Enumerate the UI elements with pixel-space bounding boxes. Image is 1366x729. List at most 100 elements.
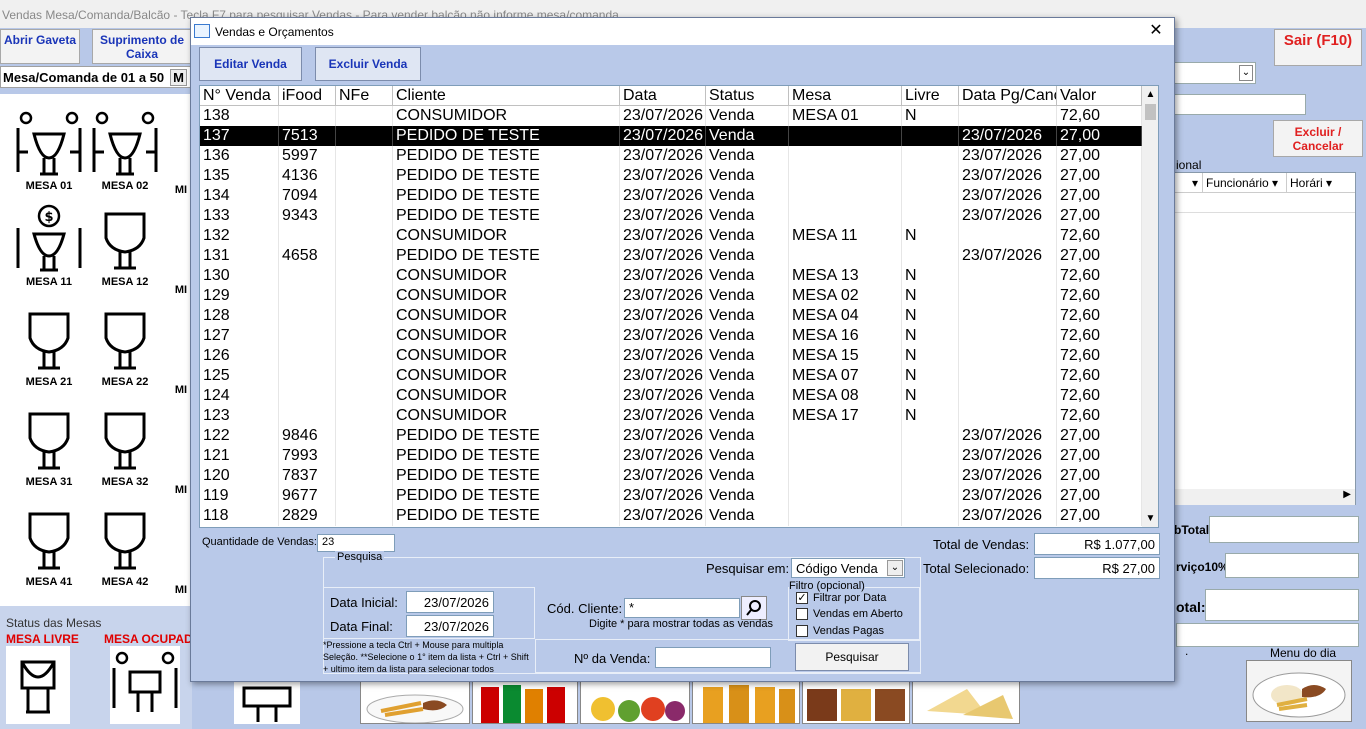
table-row[interactable]: 126 CONSUMIDOR 23/07/2026 Venda MESA 15 N 72,6…	[200, 346, 1142, 366]
mesa-10[interactable]: MESA 42	[90, 504, 160, 588]
excluir-cancelar-button[interactable]: Excluir / Cancelar	[1273, 120, 1363, 157]
table-row[interactable]: 122 9846 PEDIDO DE TESTE 23/07/2026 Venda 23/…	[200, 426, 1142, 446]
table-row[interactable]: 125 CONSUMIDOR 23/07/2026 Venda MESA 07 N 72,6…	[200, 366, 1142, 386]
table-row[interactable]: 135 4136 PEDIDO DE TESTE 23/07/2026 Venda 23/…	[200, 166, 1142, 186]
pesquisar-button[interactable]: Pesquisar	[795, 643, 909, 671]
nro-venda-input[interactable]	[655, 647, 771, 668]
pesquisar-em-select[interactable]: Código Venda ⌄	[791, 558, 905, 578]
mesa-partial-label[interactable]: MI	[170, 484, 192, 496]
column-header[interactable]: Valor	[1057, 86, 1142, 105]
mesa-partial-label[interactable]: MI	[170, 184, 192, 196]
column-header[interactable]: iFood	[279, 86, 336, 105]
mesa-3[interactable]: $ MESA 11	[14, 204, 84, 288]
mesa-partial-label[interactable]: MI	[170, 384, 192, 396]
table-row[interactable]: 121 7993 PEDIDO DE TESTE 23/07/2026 Venda 23/…	[200, 446, 1142, 466]
table-cell	[902, 466, 959, 486]
suprimento-caixa-button[interactable]: Suprimento de Caixa	[92, 29, 192, 64]
col-horario[interactable]: Horári ▾	[1287, 173, 1353, 192]
product-bebidas-image[interactable]	[472, 680, 578, 724]
mesa-8[interactable]: MESA 32	[90, 404, 160, 488]
table-row[interactable]: 127 CONSUMIDOR 23/07/2026 Venda MESA 16 N 72,6…	[200, 326, 1142, 346]
column-header[interactable]: Status	[706, 86, 789, 105]
mesa-1[interactable]: MESA 01	[14, 108, 84, 192]
table-cell: PEDIDO DE TESTE	[393, 166, 620, 186]
table-cell: 23/07/2026	[959, 506, 1057, 526]
product-porcoes-image[interactable]	[802, 680, 910, 724]
table-cell: CONSUMIDOR	[393, 406, 620, 426]
filtrar-data-checkbox[interactable]: ✓	[796, 592, 808, 604]
scroll-thumb[interactable]	[1145, 104, 1156, 120]
table-row[interactable]: 136 5997 PEDIDO DE TESTE 23/07/2026 Venda 23/…	[200, 146, 1142, 166]
table-cell: CONSUMIDOR	[393, 366, 620, 386]
excluir-venda-button[interactable]: Excluir Venda	[315, 47, 421, 81]
table-row[interactable]: 133 9343 PEDIDO DE TESTE 23/07/2026 Venda 23/…	[200, 206, 1142, 226]
product-cervejas-image[interactable]	[692, 680, 800, 724]
data-inicial-input[interactable]: 23/07/2026	[406, 591, 494, 613]
mesa-4[interactable]: MESA 12	[90, 204, 160, 288]
status-panel: Status das Mesas MESA LIVRE MESA OCUPADA	[0, 606, 201, 729]
sair-button[interactable]: Sair (F10)	[1274, 29, 1362, 66]
data-inicial-label: Data Inicial:	[330, 595, 398, 610]
mesa-label: MESA 02	[101, 180, 149, 192]
col-funcionario[interactable]: Funcionário ▾	[1203, 173, 1287, 192]
mesa-2[interactable]: MESA 02	[90, 108, 160, 192]
table-row[interactable]: 119 9677 PEDIDO DE TESTE 23/07/2026 Venda 23/…	[200, 486, 1142, 506]
product-frutas-image[interactable]	[580, 680, 690, 724]
scroll-down-icon[interactable]: ▼	[1142, 510, 1158, 527]
grid-vscroll[interactable]: ▲ ▼	[1142, 86, 1158, 527]
search-icon[interactable]	[741, 596, 767, 620]
mesa-6[interactable]: MESA 22	[90, 304, 160, 388]
table-cell: 124	[200, 386, 279, 406]
scroll-up-icon[interactable]: ▲	[1142, 86, 1158, 103]
table-row[interactable]: 132 CONSUMIDOR 23/07/2026 Venda MESA 11 N 72,6…	[200, 226, 1142, 246]
product-prato-image[interactable]	[360, 680, 470, 724]
column-header[interactable]: Data	[620, 86, 706, 105]
mesa-7[interactable]: MESA 31	[14, 404, 84, 488]
right-select[interactable]: ⌄	[1174, 62, 1256, 84]
mesa-partial-label[interactable]: MI	[170, 284, 192, 296]
table-row[interactable]: 138 CONSUMIDOR 23/07/2026 Venda MESA 01 N 72,6…	[200, 106, 1142, 126]
column-header[interactable]: N° Venda	[200, 86, 279, 105]
product-pastel-image[interactable]	[912, 680, 1020, 724]
grid-body[interactable]: 138 CONSUMIDOR 23/07/2026 Venda MESA 01 N 72,6…	[200, 106, 1142, 526]
tab-m[interactable]: M	[170, 69, 187, 86]
table-row[interactable]: 129 CONSUMIDOR 23/07/2026 Venda MESA 02 N 72,6…	[200, 286, 1142, 306]
right-hscroll[interactable]: ▶	[1175, 489, 1355, 505]
table-cell: PEDIDO DE TESTE	[393, 426, 620, 446]
vendas-aberto-checkbox[interactable]	[796, 608, 808, 620]
col-dropdown-icon[interactable]: ▾	[1175, 173, 1203, 192]
right-input[interactable]	[1174, 94, 1306, 115]
table-row[interactable]: 137 7513 PEDIDO DE TESTE 23/07/2026 Venda 23/…	[200, 126, 1142, 146]
abrir-gaveta-button[interactable]: Abrir Gaveta	[0, 29, 80, 64]
table-row[interactable]: 130 CONSUMIDOR 23/07/2026 Venda MESA 13 N 72,6…	[200, 266, 1142, 286]
table-row[interactable]: 131 4658 PEDIDO DE TESTE 23/07/2026 Venda 23/…	[200, 246, 1142, 266]
column-header[interactable]: Livre	[902, 86, 959, 105]
table-row[interactable]: 134 7094 PEDIDO DE TESTE 23/07/2026 Venda 23/…	[200, 186, 1142, 206]
vendas-pagas-checkbox[interactable]	[796, 625, 808, 637]
table-row[interactable]: 123 CONSUMIDOR 23/07/2026 Venda MESA 17 N 72,6…	[200, 406, 1142, 426]
editar-venda-button[interactable]: Editar Venda	[199, 47, 302, 81]
right-grid: ▾ Funcionário ▾ Horári ▾ ▶	[1174, 172, 1356, 505]
table-row[interactable]: 128 CONSUMIDOR 23/07/2026 Venda MESA 04 N 72,6…	[200, 306, 1142, 326]
mesa-5[interactable]: MESA 21	[14, 304, 84, 388]
mesa-range-tab[interactable]: Mesa/Comanda de 01 a 50 M	[0, 66, 192, 88]
column-header[interactable]: NFe	[336, 86, 393, 105]
column-header[interactable]: Data Pg/Canc	[959, 86, 1057, 105]
table-row[interactable]: 118 2829 PEDIDO DE TESTE 23/07/2026 Venda 23/…	[200, 506, 1142, 526]
table-cell: 7094	[279, 186, 336, 206]
column-header[interactable]: Mesa	[789, 86, 902, 105]
close-icon[interactable]: ✕	[1141, 20, 1171, 42]
menu-dia-image[interactable]	[1246, 660, 1352, 722]
table-cell	[789, 186, 902, 206]
table-cell: 72,60	[1057, 286, 1142, 306]
mesa-partial-label[interactable]: MI	[170, 584, 192, 596]
vendas-grid[interactable]: N° Venda iFood NFe Cliente Data Status Mesa Liv…	[199, 85, 1159, 528]
cod-cliente-input[interactable]: *	[624, 598, 740, 618]
column-header[interactable]: Cliente	[393, 86, 620, 105]
table-cell: 23/07/2026	[620, 146, 706, 166]
table-row[interactable]: 124 CONSUMIDOR 23/07/2026 Venda MESA 08 N 72,6…	[200, 386, 1142, 406]
table-cell: 72,60	[1057, 346, 1142, 366]
data-final-input[interactable]: 23/07/2026	[406, 615, 494, 637]
mesa-9[interactable]: MESA 41	[14, 504, 84, 588]
table-row[interactable]: 120 7837 PEDIDO DE TESTE 23/07/2026 Venda 23/…	[200, 466, 1142, 486]
